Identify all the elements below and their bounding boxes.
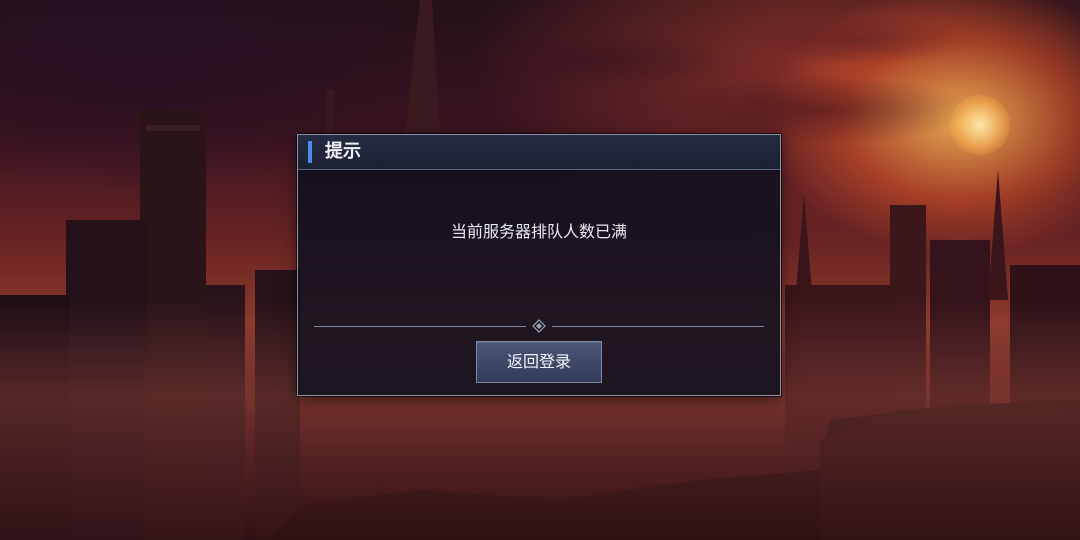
divider-line-left — [314, 326, 526, 327]
dialog-title: 提示 — [325, 141, 361, 162]
game-background: 提示 当前服务器排队人数已满 返回登录 — [0, 0, 1080, 540]
diamond-ornament-icon — [532, 319, 546, 333]
dialog-header: 提示 — [298, 135, 780, 170]
dialog-divider — [314, 319, 764, 333]
divider-line-right — [552, 326, 764, 327]
title-accent-bar — [308, 141, 312, 163]
notice-dialog: 提示 当前服务器排队人数已满 返回登录 — [297, 134, 781, 396]
dialog-message: 当前服务器排队人数已满 — [450, 222, 627, 241]
return-to-login-button[interactable]: 返回登录 — [476, 341, 602, 383]
